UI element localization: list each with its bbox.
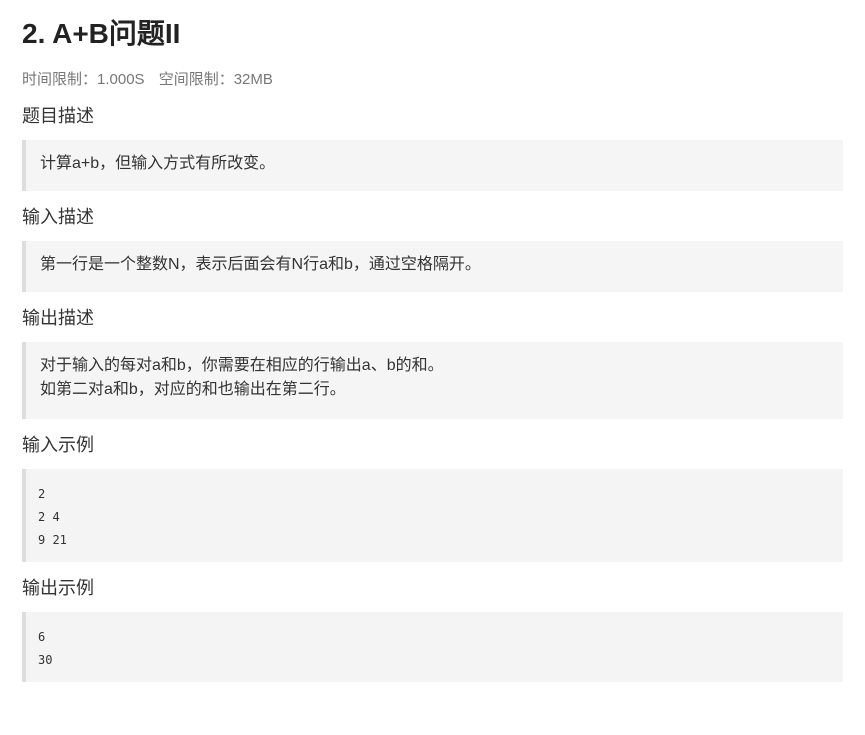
- input-heading: 输入描述: [22, 207, 94, 227]
- description-block: 计算a+b，但输入方式有所改变。: [22, 140, 843, 191]
- description-line: 计算a+b，但输入方式有所改变。: [40, 155, 276, 172]
- sample-output-line: 6: [38, 630, 46, 644]
- input-description-line: 第一行是一个整数N，表示后面会有N行a和b，通过空格隔开。: [40, 256, 481, 273]
- sample-output-heading: 输出示例: [22, 578, 94, 598]
- description-heading: 题目描述: [22, 106, 94, 126]
- sample-input-line: 2 4: [38, 510, 60, 524]
- memory-limit: 空间限制：32MB: [158, 71, 273, 88]
- output-heading: 输出描述: [22, 308, 94, 328]
- sample-input-heading: 输入示例: [22, 435, 94, 455]
- sample-input-line: 2: [38, 487, 46, 501]
- sample-output-code: 6 30: [22, 612, 843, 682]
- sample-input-line: 9 21: [38, 533, 67, 547]
- problem-page: 2. A+B问题II 时间限制：1.000S 空间限制：32MB 题目描述 计算…: [0, 0, 865, 682]
- output-description-line: 对于输入的每对a和b，你需要在相应的行输出a、b的和。: [40, 357, 444, 374]
- problem-title: 2. A+B问题II: [22, 18, 181, 49]
- sample-output-line: 30: [38, 653, 53, 667]
- output-description-block: 对于输入的每对a和b，你需要在相应的行输出a、b的和。 如第二对a和b，对应的和…: [22, 342, 843, 419]
- output-description-line: 如第二对a和b，对应的和也输出在第二行。: [40, 381, 346, 398]
- problem-limits: 时间限制：1.000S 空间限制：32MB: [22, 70, 843, 90]
- input-description-block: 第一行是一个整数N，表示后面会有N行a和b，通过空格隔开。: [22, 241, 843, 292]
- sample-input-code: 2 2 4 9 21: [22, 469, 843, 562]
- time-limit: 时间限制：1.000S: [22, 71, 145, 88]
